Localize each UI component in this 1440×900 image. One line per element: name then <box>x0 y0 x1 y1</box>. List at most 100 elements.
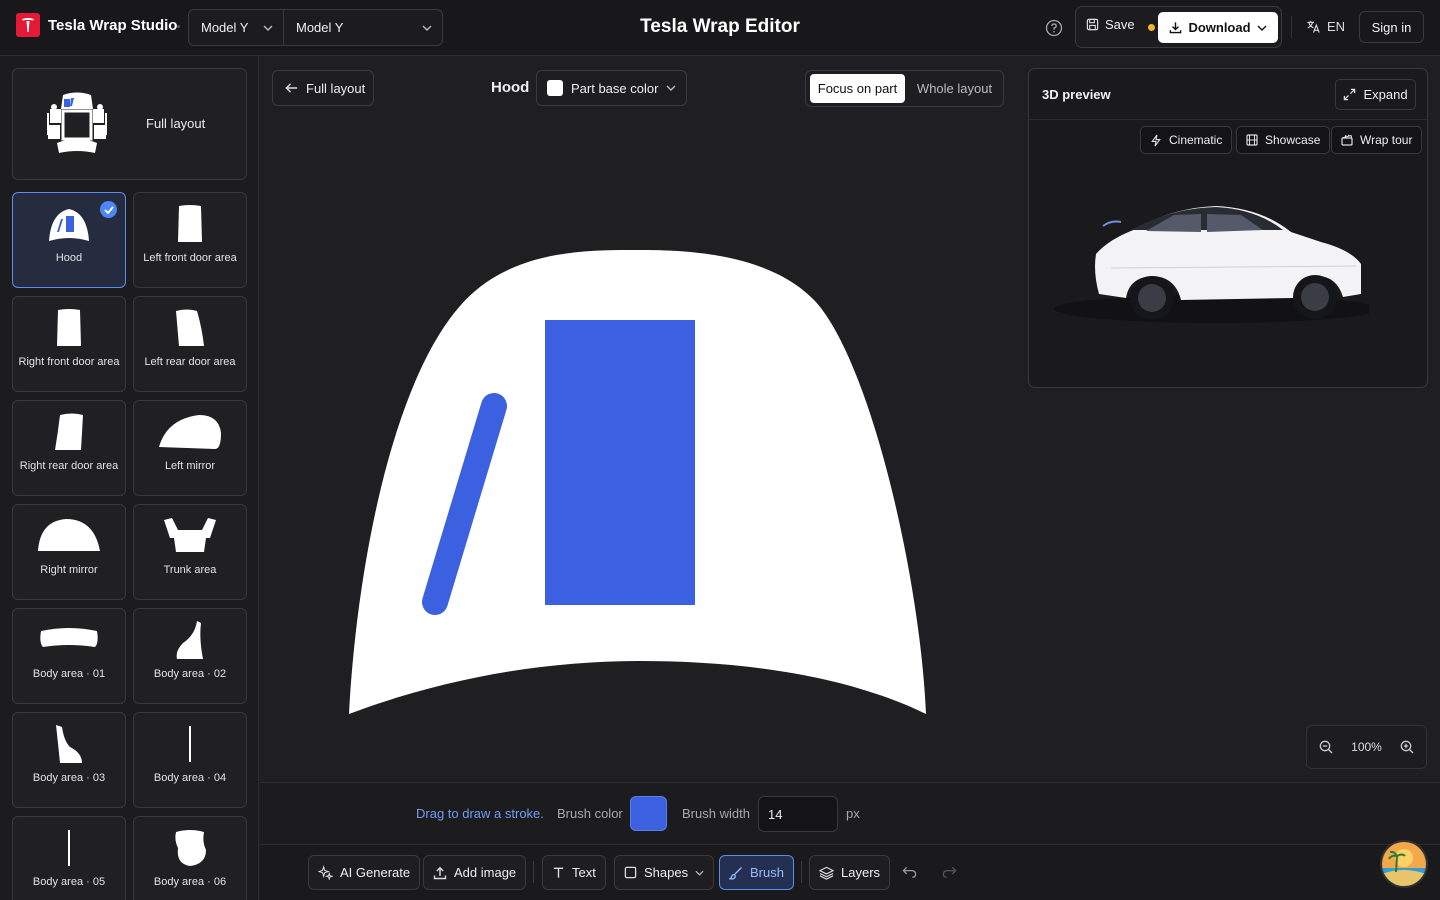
avatar[interactable] <box>1380 840 1428 888</box>
model-select-value: Model Y <box>201 20 249 35</box>
divider <box>533 861 534 883</box>
unsaved-indicator <box>1148 24 1155 31</box>
full-layout-label: Full layout <box>146 116 206 131</box>
part-label: Body area · 01 <box>32 668 106 680</box>
base-color-label: Part base color <box>571 80 659 96</box>
language-label: EN <box>1327 19 1346 34</box>
cinematic-button[interactable]: Cinematic <box>1140 126 1233 154</box>
back-label: Full layout <box>306 80 366 96</box>
car-3d-model[interactable] <box>1051 194 1369 334</box>
3d-preview-panel: 3D preview Expand Cinematic Showcase Wra… <box>1028 68 1428 388</box>
part-label: Body area · 02 <box>153 668 227 680</box>
back-to-full-layout-button[interactable]: Full layout <box>272 70 374 106</box>
expand-label: Expand <box>1363 87 1408 102</box>
layers-icon <box>819 866 834 880</box>
translate-icon <box>1307 20 1320 33</box>
part-card-hood[interactable]: Hood <box>12 192 126 288</box>
part-label: Right rear door area <box>19 460 119 472</box>
focus-on-part-tab[interactable]: Focus on part <box>810 74 905 103</box>
redo-icon[interactable] <box>942 865 957 879</box>
part-card-body-06[interactable]: Body area · 06 <box>133 816 247 900</box>
save-icon <box>1086 18 1099 31</box>
part-card-left-rear-door[interactable]: Left rear door area <box>133 296 247 392</box>
part-card-body-05[interactable]: Body area · 05 <box>12 816 126 900</box>
variant-select[interactable]: Model Y <box>284 10 442 45</box>
clapperboard-icon <box>1341 134 1353 146</box>
part-label: Body area · 06 <box>153 876 227 888</box>
part-card-right-front-door[interactable]: Right front door area <box>12 296 126 392</box>
expand-button[interactable]: Expand <box>1335 79 1416 110</box>
square-icon <box>624 866 637 879</box>
whole-layout-tab[interactable]: Whole layout <box>907 74 1002 103</box>
language-switcher[interactable]: EN <box>1306 19 1345 34</box>
divider <box>1291 16 1292 38</box>
layers-button[interactable]: Layers <box>809 855 891 890</box>
right-mirror-icon <box>13 513 125 559</box>
part-label: Left rear door area <box>144 356 236 368</box>
divider <box>801 861 802 883</box>
part-card-left-mirror[interactable]: Left mirror <box>133 400 247 496</box>
brush-tool-label: Brush <box>750 865 784 880</box>
part-card-body-03[interactable]: Body area · 03 <box>12 712 126 808</box>
tesla-logo-icon <box>16 13 40 37</box>
part-card-trunk[interactable]: Trunk area <box>133 504 247 600</box>
part-label: Right mirror <box>40 564 98 576</box>
part-label: Right front door area <box>18 356 120 368</box>
model-select[interactable]: Model Y <box>189 10 284 45</box>
blue-rectangle <box>545 320 695 605</box>
preview-title: 3D preview <box>1042 87 1111 102</box>
left-mirror-icon <box>134 409 246 455</box>
part-card-left-front-door[interactable]: Left front door area <box>133 192 247 288</box>
layers-label: Layers <box>841 865 881 880</box>
right-front-door-icon <box>13 305 125 351</box>
brush-options-bar: Drag to draw a stroke. Brush color Brush… <box>260 782 1440 844</box>
zoom-out-icon[interactable] <box>1319 740 1333 754</box>
body-01-icon <box>13 617 125 663</box>
current-part-name: Hood <box>491 79 530 96</box>
brush-tool-button[interactable]: Brush <box>719 855 794 890</box>
brush-hint: Drag to draw a stroke. <box>416 806 544 821</box>
part-card-body-04[interactable]: Body area · 04 <box>133 712 247 808</box>
shapes-tool-button[interactable]: Shapes <box>614 855 715 890</box>
undo-icon[interactable] <box>902 865 917 879</box>
part-base-color-select[interactable]: Part base color <box>536 70 687 106</box>
brush-color-label: Brush color <box>557 806 623 821</box>
right-rear-door-icon <box>13 409 125 455</box>
save-button[interactable]: Save <box>1086 17 1135 32</box>
chevron-down-icon <box>695 870 704 876</box>
design-canvas[interactable] <box>260 56 1028 782</box>
add-image-button[interactable]: Add image <box>423 855 527 890</box>
full-layout-card[interactable]: Full layout <box>12 68 247 180</box>
file-actions: Save Download <box>1075 6 1282 48</box>
ai-generate-button[interactable]: AI Generate <box>308 855 421 890</box>
brush-width-input[interactable] <box>758 796 838 832</box>
zoom-control: 100% <box>1306 725 1427 769</box>
part-label: Left mirror <box>164 460 216 472</box>
part-label: Trunk area <box>163 564 217 576</box>
part-card-body-02[interactable]: Body area · 02 <box>133 608 247 704</box>
left-front-door-icon <box>134 201 246 247</box>
body-04-icon <box>134 721 246 767</box>
brand-separator <box>177 25 180 28</box>
brand[interactable]: Tesla Wrap Studio <box>16 13 177 37</box>
chevron-down-icon <box>666 85 676 91</box>
sparkles-icon <box>318 865 333 880</box>
brush-color-swatch[interactable] <box>630 796 667 831</box>
download-icon <box>1170 22 1182 34</box>
download-button[interactable]: Download <box>1158 12 1278 43</box>
sign-in-button[interactable]: Sign in <box>1359 11 1424 43</box>
part-card-right-rear-door[interactable]: Right rear door area <box>12 400 126 496</box>
full-layout-icon <box>45 91 109 157</box>
showcase-button[interactable]: Showcase <box>1236 126 1331 154</box>
help-icon[interactable] <box>1045 19 1063 37</box>
text-tool-button[interactable]: Text <box>542 855 606 890</box>
showcase-label: Showcase <box>1265 133 1321 147</box>
model-selector: Model Y Model Y <box>188 9 443 46</box>
part-label: Body area · 05 <box>32 876 106 888</box>
zoom-level: 100% <box>1351 740 1382 754</box>
part-card-right-mirror[interactable]: Right mirror <box>12 504 126 600</box>
part-label: Body area · 04 <box>153 772 227 784</box>
part-card-body-01[interactable]: Body area · 01 <box>12 608 126 704</box>
zoom-in-icon[interactable] <box>1400 740 1414 754</box>
wrap-tour-button[interactable]: Wrap tour <box>1331 126 1423 154</box>
